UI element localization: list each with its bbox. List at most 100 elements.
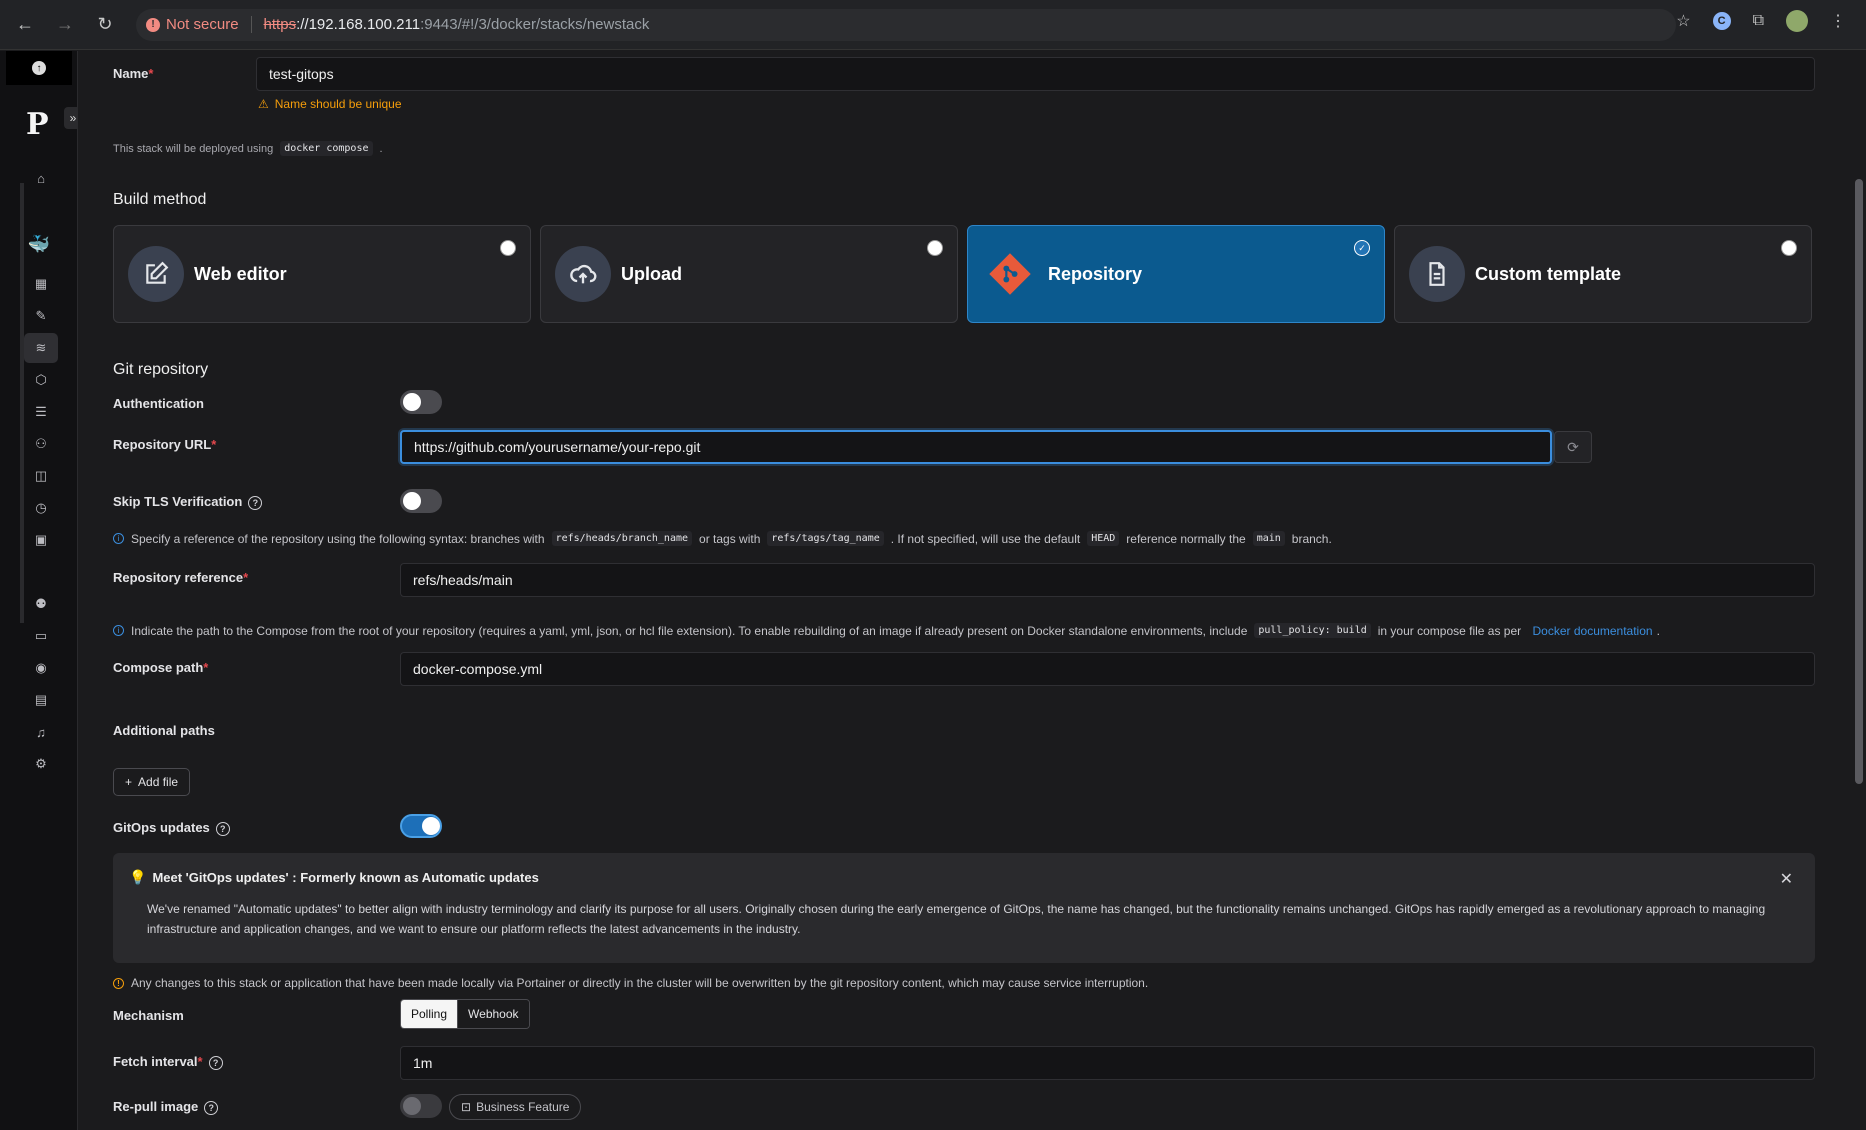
git-icon <box>982 246 1038 302</box>
images-icon[interactable]: ☰ <box>30 401 52 423</box>
add-file-button[interactable]: + Add file <box>113 768 191 796</box>
notifications-icon[interactable]: ♫ <box>30 721 52 743</box>
deploy-note: This stack will be deployed using docker … <box>113 141 383 156</box>
profile-avatar[interactable] <box>1786 10 1808 32</box>
upload-icon: ↑ <box>32 61 46 75</box>
browser-toolbar: ← → ↻ ! Not secure https://192.168.100.2… <box>0 0 1866 50</box>
main-content: Name* test-gitops ⚠ Name should be unique… <box>78 51 1866 1130</box>
skip-tls-label: Skip TLS Verification? <box>113 494 263 510</box>
reference-note: i Specify a reference of the repository … <box>113 531 1332 546</box>
address-bar[interactable]: ! Not secure https://192.168.100.211:944… <box>136 8 1676 41</box>
security-indicator[interactable]: ! Not secure <box>146 16 252 33</box>
name-label: Name* <box>113 66 154 81</box>
warning-icon: ! <box>146 17 160 32</box>
edge-icon[interactable]: ◉ <box>30 657 52 679</box>
build-method-repository[interactable]: Repository ✓ <box>967 225 1385 323</box>
plus-icon: + <box>125 775 133 789</box>
name-warning: ⚠ Name should be unique <box>258 97 402 111</box>
menu-icon[interactable]: ⋮ <box>1830 11 1846 31</box>
refresh-icon[interactable]: ⟳ <box>1554 431 1592 463</box>
events-icon[interactable]: ◷ <box>30 497 52 519</box>
url-path: :9443/#!/3/docker/stacks/newstack <box>420 16 650 33</box>
page-scrollbar[interactable] <box>1850 51 1866 1130</box>
repull-image-toggle <box>400 1094 442 1118</box>
url-host: ://192.168.100.211 <box>296 16 421 33</box>
sidebar: ↑ P » ⌂ 🐳 ▦ ✎ ≋ ⬡ ☰ ⚇ ◫ ◷ ▣ ⚉ ▭ ◉ ▤ ♫ ⚙ <box>0 51 82 1130</box>
containers-icon[interactable]: ⬡ <box>30 369 52 391</box>
users-icon[interactable]: ⚉ <box>30 593 52 615</box>
extension-icon[interactable]: C <box>1712 12 1731 30</box>
mechanism-selector: Polling Webhook <box>400 999 530 1029</box>
warning-icon: ! <box>113 977 124 989</box>
file-text-icon <box>1409 246 1465 302</box>
build-method-custom-template[interactable]: Custom template <box>1394 225 1812 323</box>
star-icon[interactable]: ☆ <box>1676 11 1690 31</box>
url-protocol: https <box>263 16 297 33</box>
lightbulb-icon: 💡 <box>129 869 147 885</box>
gitops-updates-toggle[interactable] <box>400 814 442 838</box>
repository-url-input[interactable]: https://github.com/yourusername/your-rep… <box>400 430 1552 464</box>
repository-url-label: Repository URL* <box>113 437 217 452</box>
close-icon[interactable]: ✕ <box>1780 869 1793 889</box>
upgrade-banner[interactable]: ↑ <box>6 51 72 85</box>
authentication-label: Authentication <box>113 396 204 411</box>
compose-path-note: i Indicate the path to the Compose from … <box>113 623 1660 638</box>
mechanism-label: Mechanism <box>113 1008 184 1023</box>
business-feature-badge[interactable]: ⊡ Business Feature <box>449 1094 582 1120</box>
back-icon[interactable]: ← <box>10 10 40 40</box>
repository-radio[interactable]: ✓ <box>1354 240 1370 256</box>
authentication-toggle[interactable] <box>400 390 442 414</box>
logs-icon[interactable]: ▤ <box>30 689 52 711</box>
portainer-logo[interactable]: P <box>26 107 49 142</box>
help-icon[interactable]: ? <box>208 1055 223 1070</box>
docker-documentation-link[interactable]: Docker documentation <box>1533 624 1653 638</box>
mechanism-webhook[interactable]: Webhook <box>457 1000 529 1028</box>
skip-tls-toggle[interactable] <box>400 489 442 513</box>
overwrite-warning: ! Any changes to this stack or applicatio… <box>113 976 1148 990</box>
help-icon[interactable]: ? <box>215 821 230 836</box>
repository-reference-input[interactable]: refs/heads/main <box>400 563 1815 597</box>
repository-reference-label: Repository reference* <box>113 570 249 585</box>
reload-icon[interactable]: ↻ <box>90 10 120 40</box>
settings-icon[interactable]: ⚙ <box>30 753 52 775</box>
stacks-icon[interactable]: ≋ <box>24 333 58 363</box>
web-editor-radio[interactable] <box>500 240 516 256</box>
compose-path-label: Compose path* <box>113 660 209 675</box>
compose-path-input[interactable]: docker-compose.yml <box>400 652 1815 686</box>
info-icon: i <box>113 625 124 636</box>
home-icon[interactable]: ⌂ <box>30 167 52 189</box>
custom-template-radio[interactable] <box>1781 240 1797 256</box>
host-icon[interactable]: ▣ <box>30 529 52 551</box>
gitops-updates-label: GitOps updates? <box>113 820 230 836</box>
dashboard-icon[interactable]: ▦ <box>30 273 52 295</box>
git-repository-title: Git repository <box>113 361 209 378</box>
name-input[interactable]: test-gitops <box>256 57 1815 91</box>
build-method-title: Build method <box>113 191 207 208</box>
fetch-interval-label: Fetch interval*? <box>113 1054 223 1070</box>
upload-radio[interactable] <box>927 240 943 256</box>
puzzle-icon[interactable]: ⧉ <box>1753 12 1764 30</box>
cloud-upload-icon <box>555 246 611 302</box>
warning-icon: ⚠ <box>258 97 269 111</box>
help-icon[interactable]: ? <box>248 495 263 510</box>
edit-icon <box>128 246 184 302</box>
build-method-web-editor[interactable]: Web editor <box>113 225 531 323</box>
briefcase-icon: ⊡ <box>461 1100 472 1114</box>
scrollbar-thumb[interactable] <box>1855 179 1863 784</box>
fetch-interval-input[interactable]: 1m <box>400 1046 1815 1080</box>
networks-icon[interactable]: ⚇ <box>30 433 52 455</box>
environments-icon[interactable]: ▭ <box>30 625 52 647</box>
gitops-rename-banner: 💡 Meet 'GitOps updates' : Formerly known … <box>113 853 1815 963</box>
forward-icon[interactable]: → <box>50 10 80 40</box>
templates-icon[interactable]: ✎ <box>30 305 52 327</box>
repull-image-label: Re-pull image? <box>113 1099 219 1115</box>
environment-indicator <box>20 183 24 623</box>
docker-icon[interactable]: 🐳 <box>28 233 50 255</box>
check-icon: ✓ <box>1355 241 1369 255</box>
build-method-upload[interactable]: Upload <box>540 225 958 323</box>
mechanism-polling[interactable]: Polling <box>401 1000 458 1028</box>
info-icon: i <box>113 533 124 544</box>
volumes-icon[interactable]: ◫ <box>30 465 52 487</box>
help-icon[interactable]: ? <box>204 1100 219 1115</box>
additional-paths-label: Additional paths <box>113 723 215 738</box>
